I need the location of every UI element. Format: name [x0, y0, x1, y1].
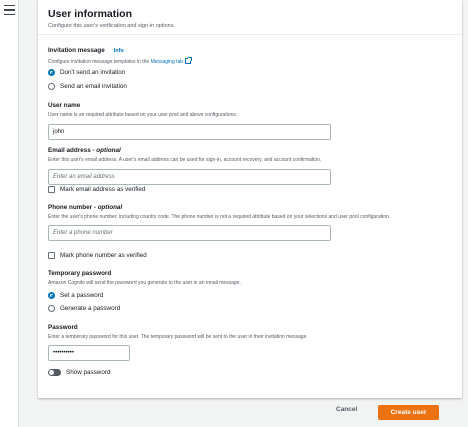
invitation-message-label: Invitation message [48, 47, 105, 54]
invitation-message-description: Configure invitation message templates i… [48, 57, 193, 66]
password-label: Password [48, 324, 78, 331]
phone-label: Phone number - optional [48, 204, 123, 211]
username-description: User name is an required attribute based… [48, 112, 238, 118]
mark-email-verified-checkbox[interactable]: Mark email address as verified [48, 186, 145, 193]
cancel-button[interactable]: Cancel [336, 406, 357, 413]
radio-set-password[interactable]: Set a password [48, 292, 103, 299]
hamburger-menu-icon[interactable] [4, 5, 15, 15]
email-label: Email address - optional [48, 147, 121, 154]
toggle-switch[interactable] [48, 369, 61, 376]
phone-input[interactable]: Enter a phone number [48, 225, 331, 241]
username-label: User name [48, 102, 81, 109]
checkbox[interactable] [48, 186, 55, 193]
messaging-tab-link[interactable]: Messaging tab [151, 59, 184, 65]
show-password-toggle[interactable]: Show password [48, 369, 110, 376]
checkbox[interactable] [48, 252, 55, 259]
header-divider [38, 34, 462, 35]
radio-generate-password[interactable]: Generate a password [48, 305, 120, 312]
password-description: Enter a temporary password for this user… [48, 334, 308, 340]
external-link-icon[interactable] [185, 57, 193, 64]
email-description: Enter this user's email address. A user'… [48, 157, 322, 163]
create-user-button[interactable]: Create user [378, 405, 439, 420]
radio-button[interactable] [48, 83, 55, 90]
user-information-panel: User information Configure this user's v… [38, 0, 462, 398]
temporary-password-field: Temporary password Amazon Cognito will s… [48, 270, 241, 287]
email-input[interactable]: Enter an email address [48, 169, 331, 185]
radio-send-email-invitation[interactable]: Send an email invitation [48, 83, 127, 90]
password-field: Password Enter a temporary password for … [48, 324, 308, 361]
info-link[interactable]: Info [114, 48, 124, 54]
panel-header: User information Configure this user's v… [48, 8, 175, 29]
panel-title: User information [48, 8, 133, 20]
email-field: Email address - optional Enter this user… [48, 147, 331, 185]
panel-description: Configure this user's verification and s… [48, 23, 176, 29]
invitation-message-field: Invitation message Info Configure invita… [48, 47, 193, 66]
temporary-password-description: Amazon Cognito will send the password yo… [48, 280, 241, 286]
username-input[interactable]: john [48, 124, 331, 140]
password-input[interactable]: •••••••••• [48, 345, 130, 361]
radio-button-selected[interactable] [48, 292, 55, 299]
radio-dont-send-invitation[interactable]: Don't send an invitation [48, 69, 125, 76]
radio-button-selected[interactable] [48, 69, 55, 76]
phone-description: Enter the user's phone number, including… [48, 214, 391, 220]
username-field: User name User name is an required attri… [48, 102, 331, 140]
mark-phone-verified-checkbox[interactable]: Mark phone number as verified [48, 252, 147, 259]
navigation-rail [0, 0, 19, 427]
radio-button[interactable] [48, 305, 55, 312]
phone-field: Phone number - optional Enter the user's… [48, 204, 448, 241]
temporary-password-label: Temporary password [48, 270, 112, 277]
